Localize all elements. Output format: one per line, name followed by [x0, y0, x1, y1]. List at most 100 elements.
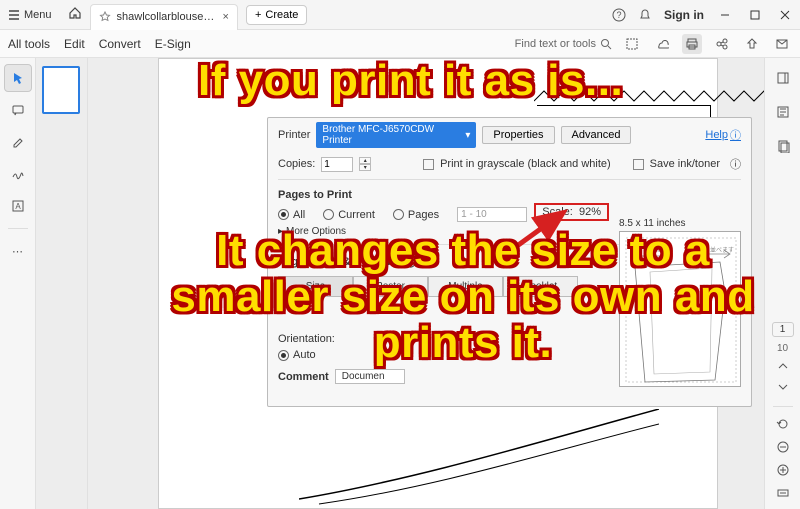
- page-up-button[interactable]: [777, 360, 789, 375]
- help-icon[interactable]: ?: [612, 8, 626, 22]
- all-label: All: [293, 209, 305, 221]
- save-ink-label: Save ink/toner: [650, 158, 720, 170]
- poster-button[interactable]: Poster: [353, 276, 428, 297]
- all-radio[interactable]: [278, 209, 289, 220]
- arrow-tool[interactable]: [4, 64, 32, 92]
- copies-down[interactable]: ▾: [359, 164, 371, 171]
- rotate-button[interactable]: [776, 417, 790, 434]
- tab-close-button[interactable]: ×: [223, 11, 229, 23]
- annotation-arrow: [494, 204, 574, 264]
- properties-button[interactable]: Properties: [482, 126, 554, 144]
- cursor-icon: [11, 71, 25, 85]
- printer-value: Brother MFC-J6570CDW Printer: [322, 124, 465, 146]
- svg-text:brand: brand: [644, 247, 663, 254]
- fit-width-button[interactable]: [776, 486, 790, 503]
- search-icon: [600, 38, 612, 50]
- home-icon: [68, 6, 82, 20]
- info-icon: ⓘ: [730, 156, 741, 172]
- home-button[interactable]: [60, 6, 90, 23]
- minimize-button[interactable]: [710, 3, 740, 27]
- help-link[interactable]: Help ⓘ: [705, 127, 741, 143]
- print-button[interactable]: [682, 34, 702, 54]
- panel-toggle-button[interactable]: [769, 64, 797, 92]
- signin-button[interactable]: Sign in: [664, 8, 704, 22]
- page-down-button[interactable]: [777, 381, 789, 396]
- pages-radio[interactable]: [393, 209, 404, 220]
- convert-tab[interactable]: Convert: [99, 37, 141, 51]
- layers-button[interactable]: [769, 132, 797, 160]
- pattern-edge: [534, 89, 764, 103]
- current-label: Current: [338, 209, 375, 221]
- current-radio[interactable]: [323, 209, 334, 220]
- grayscale-checkbox[interactable]: [423, 159, 434, 170]
- print-preview: brand 並べます: [619, 231, 741, 387]
- fit-icon: [776, 486, 790, 500]
- window-close-button[interactable]: [770, 3, 800, 27]
- highlight-tool[interactable]: [4, 128, 32, 156]
- advanced-button[interactable]: Advanced: [561, 126, 632, 144]
- edit-tab[interactable]: Edit: [64, 37, 85, 51]
- layers-icon: [776, 139, 790, 153]
- zoom-in-button[interactable]: [776, 463, 790, 480]
- size-button[interactable]: Size: [278, 276, 353, 297]
- comment-icon: [11, 103, 25, 117]
- find-field[interactable]: Find text or tools: [515, 38, 612, 50]
- document-page: Printer Brother MFC-J6570CDW Printer ▾ P…: [158, 58, 718, 509]
- booklet-button[interactable]: Booklet: [503, 276, 578, 297]
- chevron-up-icon: [777, 360, 789, 372]
- bookmark-icon: [776, 105, 790, 119]
- save-ink-checkbox[interactable]: [633, 159, 644, 170]
- zoom-out-button[interactable]: [776, 440, 790, 457]
- comments-select[interactable]: Documen: [335, 369, 405, 384]
- info-icon: ⓘ: [405, 254, 416, 270]
- maximize-button[interactable]: [740, 3, 770, 27]
- orientation-label: Orientation:: [278, 333, 335, 345]
- share-link-button[interactable]: [712, 34, 732, 54]
- copies-up[interactable]: ▴: [359, 157, 371, 164]
- bell-icon[interactable]: [638, 8, 652, 22]
- page-number-input[interactable]: 1: [772, 322, 794, 337]
- comment-tool[interactable]: [4, 96, 32, 124]
- minus-icon: [776, 440, 790, 454]
- auto-label: Auto: [293, 349, 316, 361]
- bookmark-button[interactable]: [769, 98, 797, 126]
- copies-input[interactable]: [321, 157, 353, 172]
- preview-dimensions: 8.5 x 11 inches: [619, 218, 741, 231]
- more-tools[interactable]: ⋯: [4, 237, 32, 265]
- svg-text:並べます: 並べます: [710, 246, 734, 254]
- thumbnail-panel: [36, 58, 88, 509]
- svg-text:A: A: [15, 202, 21, 211]
- pages-label: Pages: [408, 209, 439, 221]
- printer-select[interactable]: Brother MFC-J6570CDW Printer ▾: [316, 122, 476, 148]
- share-button[interactable]: [742, 34, 762, 54]
- rotate-icon: [776, 417, 790, 431]
- save-cloud-button[interactable]: [652, 34, 672, 54]
- star-icon: [99, 11, 111, 23]
- page-total: 10: [777, 343, 788, 354]
- multiple-button[interactable]: Multiple: [428, 276, 503, 297]
- email-button[interactable]: [772, 34, 792, 54]
- page-thumbnail[interactable]: [42, 66, 80, 114]
- find-placeholder: Find text or tools: [515, 38, 596, 50]
- sign-tool[interactable]: [4, 160, 32, 188]
- copies-label: Copies:: [278, 158, 315, 170]
- signature-icon: [11, 167, 25, 181]
- create-button[interactable]: + Create: [246, 5, 307, 25]
- printer-label: Printer: [278, 129, 310, 141]
- text-tool[interactable]: A: [4, 192, 32, 220]
- triangle-right-icon: ▸: [278, 226, 283, 237]
- grayscale-label: Print in grayscale (black and white): [440, 158, 611, 170]
- esign-tab[interactable]: E-Sign: [155, 37, 191, 51]
- info-icon: ⓘ: [730, 127, 741, 143]
- document-tab[interactable]: shawlcollarblouse-lm.p... ×: [90, 4, 238, 30]
- ellipsis-icon: ⋯: [12, 245, 23, 258]
- plus-icon: +: [255, 9, 261, 21]
- pattern-line: [299, 409, 659, 509]
- all-tools-tab[interactable]: All tools: [8, 37, 50, 51]
- hamburger-icon: [8, 9, 20, 21]
- auto-radio[interactable]: [278, 350, 289, 361]
- menu-button[interactable]: Menu: [0, 0, 60, 29]
- selection-tool-button[interactable]: [622, 34, 642, 54]
- tab-label: shawlcollarblouse-lm.p...: [117, 11, 217, 23]
- pages-to-print-header: Pages to Print: [268, 183, 751, 203]
